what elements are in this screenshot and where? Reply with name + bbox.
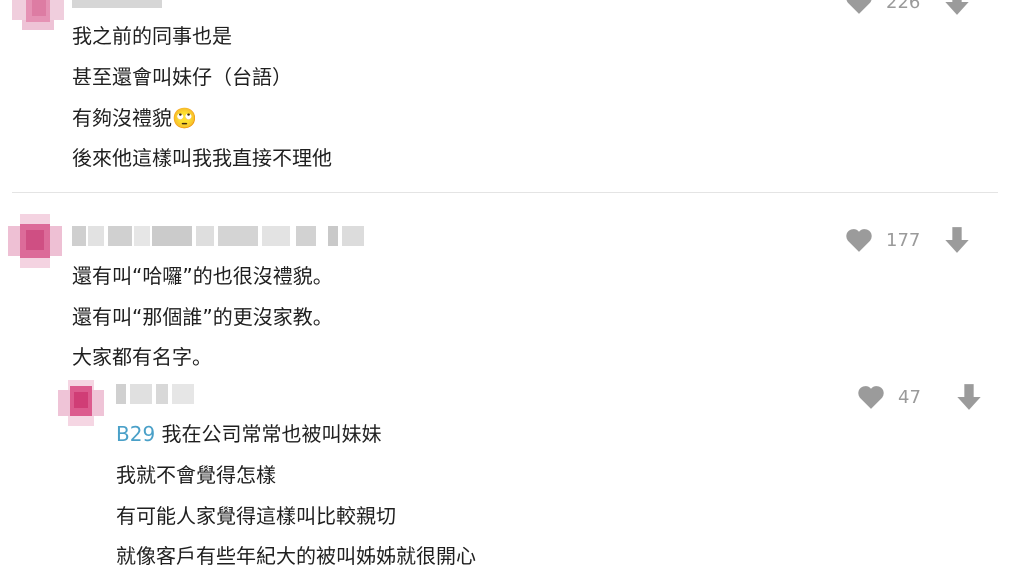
comment-actions: 47: [856, 381, 982, 413]
comment-divider: [12, 192, 998, 193]
like-count: 226: [886, 0, 921, 13]
eye-roll-emoji-icon: 🙄: [172, 106, 197, 130]
comment-text-line: 有可能人家覺得這樣叫比較親切: [116, 504, 396, 528]
comment-text-line: 我之前的同事也是: [72, 24, 232, 48]
comment-text-line: 我就不會覺得怎樣: [116, 463, 276, 487]
heart-icon[interactable]: [844, 0, 874, 15]
comment-text-line: 後來他這樣叫我我直接不理他: [72, 146, 332, 170]
down-arrow-icon[interactable]: [944, 0, 970, 16]
comment-text: 我在公司常常也被叫妹妹: [161, 422, 382, 446]
comment-actions: 226: [844, 0, 970, 18]
down-arrow-icon[interactable]: [944, 226, 970, 254]
comment-text-line: 大家都有名字。: [72, 345, 212, 369]
comment-text-line: 甚至還會叫妹仔（台語）: [72, 65, 292, 89]
like-count: 47: [898, 386, 921, 408]
avatar[interactable]: [12, 0, 64, 30]
comment-actions: 177: [844, 224, 970, 256]
heart-icon[interactable]: [856, 384, 886, 410]
reply-text-line: B29 我在公司常常也被叫妹妹: [116, 414, 382, 454]
floor-tag-link[interactable]: B29: [116, 422, 155, 446]
comment-text-line: 就像客戶有些年紀大的被叫姊姊就很開心: [116, 544, 476, 568]
comment-text-line: 還有叫“那個誰”的更沒家教。: [72, 305, 333, 329]
heart-icon[interactable]: [844, 227, 874, 253]
avatar[interactable]: [58, 380, 104, 426]
avatar[interactable]: [8, 214, 62, 268]
down-arrow-icon[interactable]: [956, 383, 982, 411]
like-count: 177: [886, 229, 921, 251]
comment-text-line-with-emoji: 有夠沒禮貌🙄: [72, 98, 197, 138]
comment-text-line: 還有叫“哈囉”的也很沒禮貌。: [72, 264, 333, 288]
comment-text: 有夠沒禮貌: [72, 106, 172, 130]
